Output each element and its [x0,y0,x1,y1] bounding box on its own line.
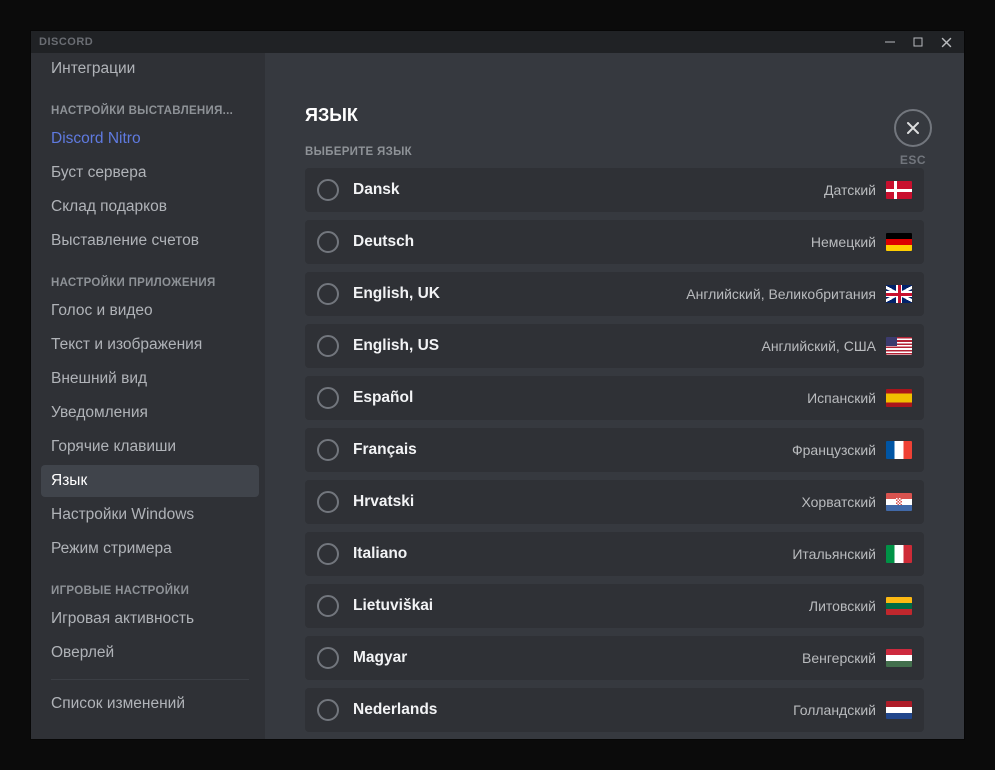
radio-icon [317,283,339,305]
language-localized-name: Испанский [807,390,876,406]
es-flag-icon [886,389,912,407]
language-option[interactable]: Italiano Итальянский [305,532,924,576]
sidebar-header-game: ИГРОВЫЕ НАСТРОЙКИ [41,567,259,603]
language-localized-name: Литовский [809,598,876,614]
language-localized-name: Голландский [793,702,876,718]
fr-flag-icon [886,441,912,459]
uk-flag-icon [886,285,912,303]
language-localized-name: Английский, США [761,338,876,354]
language-option[interactable]: Lietuviškai Литовский [305,584,924,628]
language-option[interactable]: English, UK Английский, Великобритания [305,272,924,316]
sidebar-separator [51,679,249,680]
language-native-name: Nederlands [353,701,437,719]
radio-icon [317,543,339,565]
language-list: Dansk Датский Deutsch Немецкий English, UK Ан… [305,168,924,732]
language-native-name: Italiano [353,545,407,563]
language-option[interactable]: Deutsch Немецкий [305,220,924,264]
sidebar-item-notifications[interactable]: Уведомления [41,397,259,429]
sidebar-item-activity[interactable]: Игровая активность [41,603,259,635]
app-window: DISCORD Интеграции НАСТРОЙКИ ВЫСТАВЛЕНИЯ… [31,31,964,739]
sidebar-item-changelog[interactable]: Список изменений [41,688,259,720]
language-native-name: English, US [353,337,439,355]
language-option[interactable]: English, US Английский, США [305,324,924,368]
radio-icon [317,387,339,409]
sidebar-item-boost[interactable]: Буст сервера [41,157,259,189]
hu-flag-icon [886,649,912,667]
sidebar-header-billing: НАСТРОЙКИ ВЫСТАВЛЕНИЯ... [41,87,259,123]
radio-icon [317,231,339,253]
sidebar-item-appearance[interactable]: Внешний вид [41,363,259,395]
window-maximize-button[interactable] [904,31,932,53]
nl-flag-icon [886,701,912,719]
sidebar-item-streamer[interactable]: Режим стримера [41,533,259,565]
titlebar: DISCORD [31,31,964,53]
language-localized-name: Датский [824,182,876,198]
radio-icon [317,179,339,201]
language-native-name: English, UK [353,285,440,303]
language-localized-name: Немецкий [811,234,876,250]
radio-icon [317,699,339,721]
dk-flag-icon [886,181,912,199]
sidebar-item-voice[interactable]: Голос и видео [41,295,259,327]
language-native-name: Français [353,441,417,459]
language-localized-name: Английский, Великобритания [686,286,876,302]
window-minimize-button[interactable] [876,31,904,53]
lt-flag-icon [886,597,912,615]
language-option[interactable]: Español Испанский [305,376,924,420]
hr-flag-icon [886,493,912,511]
language-localized-name: Хорватский [801,494,876,510]
radio-icon [317,595,339,617]
radio-icon [317,335,339,357]
radio-icon [317,491,339,513]
radio-icon [317,439,339,461]
close-settings-button[interactable] [894,109,932,147]
language-native-name: Hrvatski [353,493,414,511]
sidebar-item-hotkeys[interactable]: Горячие клавиши [41,431,259,463]
sidebar-item-language[interactable]: Язык [41,465,259,497]
page-title: ЯЗЫК [305,105,924,126]
sidebar-item-integrations[interactable]: Интеграции [41,53,259,85]
language-native-name: Magyar [353,649,407,667]
language-localized-name: Итальянский [792,546,876,562]
settings-sidebar: Интеграции НАСТРОЙКИ ВЫСТАВЛЕНИЯ... Disc… [31,53,265,739]
it-flag-icon [886,545,912,563]
language-native-name: Dansk [353,181,400,199]
language-option[interactable]: Français Французский [305,428,924,472]
sidebar-item-nitro[interactable]: Discord Nitro [41,123,259,155]
sidebar-item-billing[interactable]: Выставление счетов [41,225,259,257]
close-settings-area: ESC [894,109,932,167]
language-native-name: Español [353,389,413,407]
content-area: ЯЗЫК ВЫБЕРИТЕ ЯЗЫК Dansk Датский Deutsch Не… [265,53,964,739]
sidebar-header-app: НАСТРОЙКИ ПРИЛОЖЕНИЯ [41,259,259,295]
sidebar-item-windows[interactable]: Настройки Windows [41,499,259,531]
language-native-name: Deutsch [353,233,414,251]
de-flag-icon [886,233,912,251]
titlebar-brand: DISCORD [39,36,93,48]
sidebar-item-overlay[interactable]: Оверлей [41,637,259,669]
page-subheader: ВЫБЕРИТЕ ЯЗЫК [305,146,924,158]
language-option[interactable]: Magyar Венгерский [305,636,924,680]
language-localized-name: Французский [792,442,876,458]
language-option[interactable]: Hrvatski Хорватский [305,480,924,524]
radio-icon [317,647,339,669]
close-settings-label: ESC [900,153,926,167]
sidebar-item-text[interactable]: Текст и изображения [41,329,259,361]
language-localized-name: Венгерский [802,650,876,666]
language-option[interactable]: Dansk Датский [305,168,924,212]
us-flag-icon [886,337,912,355]
language-native-name: Lietuviškai [353,597,433,615]
window-close-button[interactable] [932,31,960,53]
sidebar-item-gifts[interactable]: Склад подарков [41,191,259,223]
language-option[interactable]: Nederlands Голландский [305,688,924,732]
